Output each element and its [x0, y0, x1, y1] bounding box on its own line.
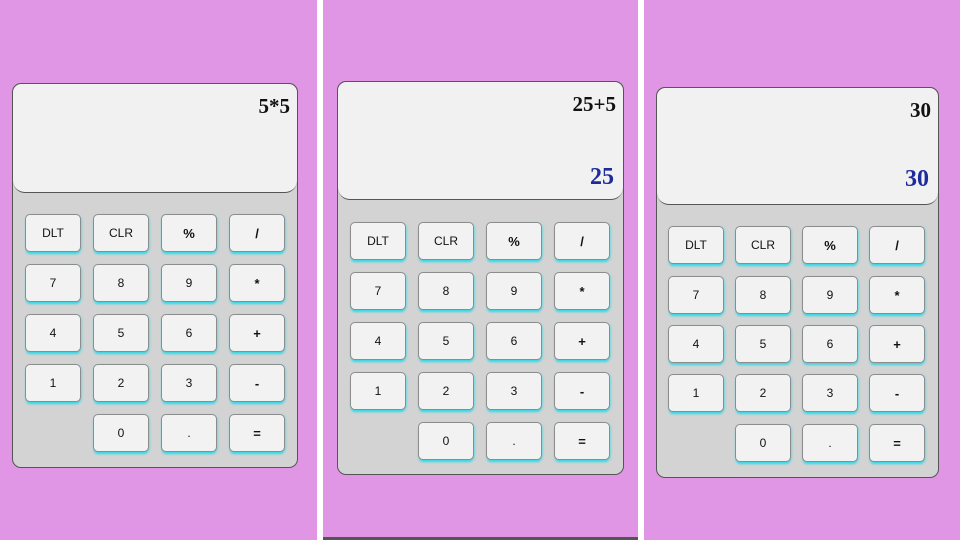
digit-5-button[interactable]: 5: [735, 325, 791, 363]
decimal-button[interactable]: .: [161, 414, 217, 452]
calculator: 5*5 DLT CLR % / 7 8 9 * 4 5 6 + 1 2 3 - …: [12, 83, 298, 468]
digit-1-button[interactable]: 1: [25, 364, 81, 402]
digit-4-button[interactable]: 4: [25, 314, 81, 352]
digit-4-button[interactable]: 4: [350, 322, 406, 360]
digit-1-button[interactable]: 1: [350, 372, 406, 410]
calculator-display: 30 30: [657, 88, 938, 205]
digit-0-button[interactable]: 0: [93, 414, 149, 452]
digit-9-button[interactable]: 9: [802, 276, 858, 314]
digit-6-button[interactable]: 6: [802, 325, 858, 363]
divide-button[interactable]: /: [229, 214, 285, 252]
screenshot-panel-3: 30 30 DLT CLR % / 7 8 9 * 4 5 6 + 1 2 3 …: [644, 0, 960, 540]
digit-8-button[interactable]: 8: [418, 272, 474, 310]
calculator-display: 5*5: [13, 84, 297, 193]
divide-button[interactable]: /: [554, 222, 610, 260]
calculator-display: 25+5 25: [338, 82, 623, 200]
decimal-button[interactable]: .: [802, 424, 858, 462]
multiply-button[interactable]: *: [554, 272, 610, 310]
digit-5-button[interactable]: 5: [93, 314, 149, 352]
digit-3-button[interactable]: 3: [486, 372, 542, 410]
digit-1-button[interactable]: 1: [668, 374, 724, 412]
digit-7-button[interactable]: 7: [25, 264, 81, 302]
equals-button[interactable]: =: [554, 422, 610, 460]
result-text: 30: [905, 166, 929, 192]
multiply-button[interactable]: *: [869, 276, 925, 314]
minus-button[interactable]: -: [229, 364, 285, 402]
calculator: 30 30 DLT CLR % / 7 8 9 * 4 5 6 + 1 2 3 …: [656, 87, 939, 478]
digit-9-button[interactable]: 9: [486, 272, 542, 310]
digit-3-button[interactable]: 3: [161, 364, 217, 402]
digit-8-button[interactable]: 8: [93, 264, 149, 302]
screenshot-panel-1: 5*5 DLT CLR % / 7 8 9 * 4 5 6 + 1 2 3 - …: [0, 0, 317, 540]
percent-button[interactable]: %: [161, 214, 217, 252]
digit-6-button[interactable]: 6: [161, 314, 217, 352]
percent-button[interactable]: %: [802, 226, 858, 264]
result-text: 25: [590, 164, 614, 190]
delete-button[interactable]: DLT: [25, 214, 81, 252]
digit-6-button[interactable]: 6: [486, 322, 542, 360]
digit-7-button[interactable]: 7: [668, 276, 724, 314]
digit-0-button[interactable]: 0: [735, 424, 791, 462]
equals-button[interactable]: =: [229, 414, 285, 452]
expression-text: 5*5: [258, 94, 291, 118]
screenshot-panel-2: 25+5 25 DLT CLR % / 7 8 9 * 4 5 6 + 1 2 …: [323, 0, 638, 540]
plus-button[interactable]: +: [869, 325, 925, 363]
clear-button[interactable]: CLR: [735, 226, 791, 264]
digit-7-button[interactable]: 7: [350, 272, 406, 310]
divide-button[interactable]: /: [869, 226, 925, 264]
digit-2-button[interactable]: 2: [735, 374, 791, 412]
digit-4-button[interactable]: 4: [668, 325, 724, 363]
plus-button[interactable]: +: [229, 314, 285, 352]
digit-3-button[interactable]: 3: [802, 374, 858, 412]
expression-text: 25+5: [572, 92, 616, 116]
digit-9-button[interactable]: 9: [161, 264, 217, 302]
expression-text: 30: [910, 98, 931, 122]
calculator: 25+5 25 DLT CLR % / 7 8 9 * 4 5 6 + 1 2 …: [337, 81, 624, 475]
digit-2-button[interactable]: 2: [93, 364, 149, 402]
minus-button[interactable]: -: [869, 374, 925, 412]
minus-button[interactable]: -: [554, 372, 610, 410]
clear-button[interactable]: CLR: [93, 214, 149, 252]
plus-button[interactable]: +: [554, 322, 610, 360]
delete-button[interactable]: DLT: [668, 226, 724, 264]
multiply-button[interactable]: *: [229, 264, 285, 302]
equals-button[interactable]: =: [869, 424, 925, 462]
digit-5-button[interactable]: 5: [418, 322, 474, 360]
delete-button[interactable]: DLT: [350, 222, 406, 260]
digit-2-button[interactable]: 2: [418, 372, 474, 410]
digit-0-button[interactable]: 0: [418, 422, 474, 460]
clear-button[interactable]: CLR: [418, 222, 474, 260]
percent-button[interactable]: %: [486, 222, 542, 260]
digit-8-button[interactable]: 8: [735, 276, 791, 314]
decimal-button[interactable]: .: [486, 422, 542, 460]
